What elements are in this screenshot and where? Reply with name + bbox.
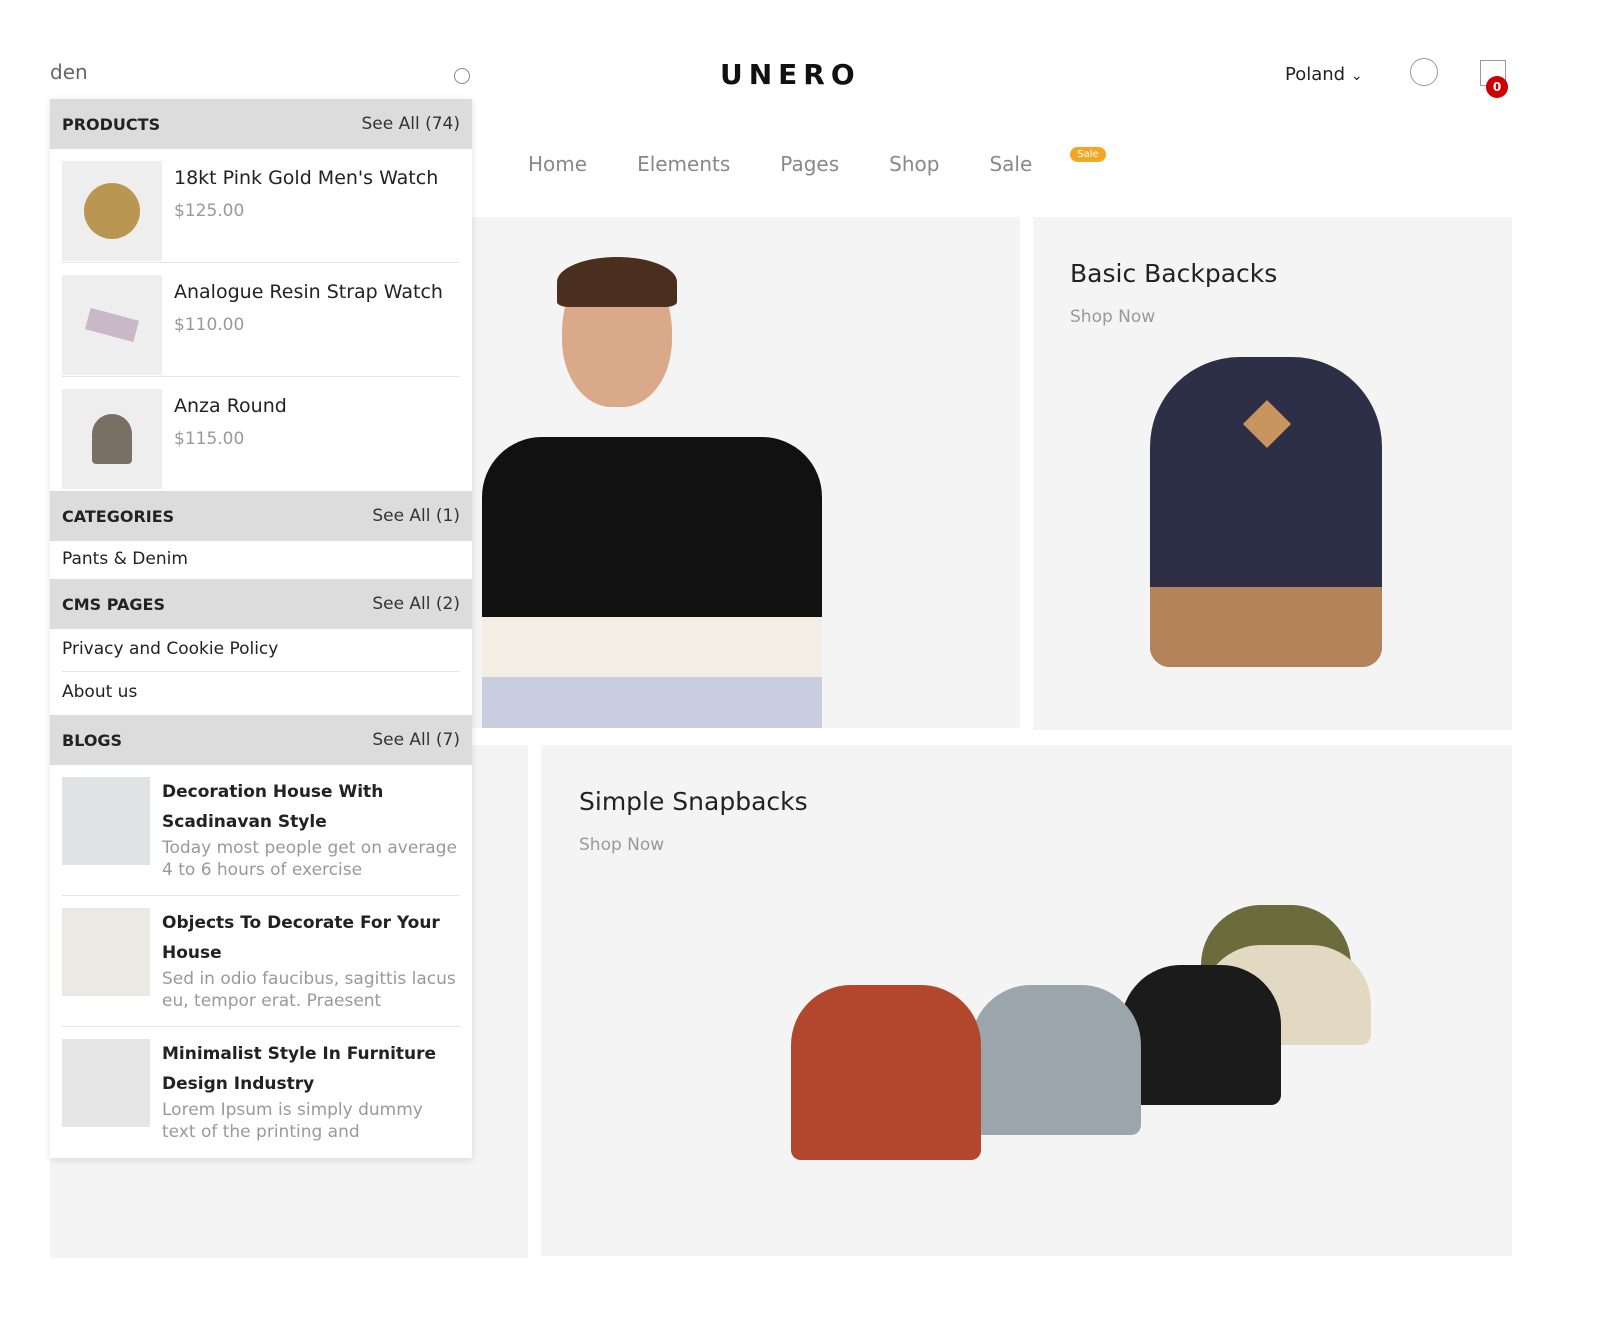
nav-shop[interactable]: Shop bbox=[889, 152, 939, 176]
account-icon[interactable] bbox=[1410, 58, 1438, 86]
section-title: CATEGORIES bbox=[62, 506, 175, 526]
sale-badge: Sale bbox=[1070, 147, 1106, 162]
cms-page-result[interactable]: Privacy and Cookie Policy bbox=[62, 629, 460, 672]
nav-sale-label: Sale bbox=[989, 152, 1033, 176]
product-result[interactable]: Anza Round $115.00 bbox=[62, 377, 460, 491]
section-title: CMS PAGES bbox=[62, 594, 165, 614]
banner-title: Basic Backpacks bbox=[1070, 259, 1278, 288]
blog-title: Objects To Decorate For Your House bbox=[162, 913, 440, 963]
nav-pages[interactable]: Pages bbox=[780, 152, 839, 176]
see-all-blogs[interactable]: See All (7) bbox=[372, 730, 460, 750]
country-selector[interactable]: Poland ⌄ bbox=[1285, 64, 1363, 85]
logo[interactable]: UNERO bbox=[720, 58, 861, 91]
see-all-products[interactable]: See All (74) bbox=[362, 114, 461, 134]
blog-result[interactable]: Minimalist Style In Furniture Design Ind… bbox=[62, 1027, 460, 1158]
product-price: $125.00 bbox=[174, 201, 245, 221]
main-nav: Home Elements Pages Shop Sale Sale bbox=[528, 147, 1106, 176]
nav-sale[interactable]: Sale Sale bbox=[989, 147, 1106, 176]
section-header-categories: CATEGORIES See All (1) bbox=[50, 491, 472, 541]
product-name: 18kt Pink Gold Men's Watch bbox=[174, 167, 439, 189]
banner-model[interactable] bbox=[472, 217, 1020, 728]
blog-thumbnail bbox=[62, 908, 150, 996]
snapbacks-image bbox=[781, 905, 1401, 1165]
nav-home[interactable]: Home bbox=[528, 152, 587, 176]
see-all-cms-pages[interactable]: See All (2) bbox=[372, 594, 460, 614]
section-header-blogs: BLOGS See All (7) bbox=[50, 715, 472, 765]
product-thumbnail bbox=[62, 275, 162, 375]
product-result[interactable]: Analogue Resin Strap Watch $110.00 bbox=[62, 263, 460, 377]
see-all-categories[interactable]: See All (1) bbox=[372, 506, 460, 526]
banner-simple-snapbacks[interactable]: Simple Snapbacks Shop Now bbox=[541, 745, 1512, 1256]
cart-count-badge: 0 bbox=[1486, 76, 1508, 98]
product-name: Analogue Resin Strap Watch bbox=[174, 281, 443, 303]
product-name: Anza Round bbox=[174, 395, 287, 417]
country-label: Poland bbox=[1285, 64, 1346, 85]
cms-page-result[interactable]: About us bbox=[62, 672, 460, 715]
product-result[interactable]: 18kt Pink Gold Men's Watch $125.00 bbox=[62, 149, 460, 263]
nav-elements[interactable]: Elements bbox=[637, 152, 730, 176]
blog-title: Decoration House With Scadinavan Style bbox=[162, 782, 384, 832]
section-header-products: PRODUCTS See All (74) bbox=[50, 99, 472, 149]
blog-result[interactable]: Decoration House With Scadinavan Style To… bbox=[62, 765, 460, 896]
chevron-down-icon: ⌄ bbox=[1350, 68, 1363, 84]
section-header-cms-pages: CMS PAGES See All (2) bbox=[50, 579, 472, 629]
banner-basic-backpacks[interactable]: Basic Backpacks Shop Now bbox=[1033, 217, 1512, 730]
backpack-image bbox=[1150, 357, 1382, 667]
product-price: $115.00 bbox=[174, 429, 245, 449]
search-input[interactable] bbox=[50, 60, 430, 84]
search-bar bbox=[50, 60, 472, 100]
blog-thumbnail bbox=[62, 1039, 150, 1127]
banner-title: Simple Snapbacks bbox=[579, 787, 808, 816]
blog-result[interactable]: Objects To Decorate For Your House Sed in… bbox=[62, 896, 460, 1027]
shop-now-link[interactable]: Shop Now bbox=[579, 835, 664, 855]
section-title: PRODUCTS bbox=[62, 114, 161, 134]
blog-title: Minimalist Style In Furniture Design Ind… bbox=[162, 1044, 437, 1094]
blog-excerpt: Today most people get on average 4 to 6 … bbox=[162, 838, 457, 880]
product-price: $110.00 bbox=[174, 315, 245, 335]
section-title: BLOGS bbox=[62, 730, 123, 750]
blog-excerpt: Sed in odio faucibus, sagittis lacus eu,… bbox=[162, 969, 456, 1011]
product-thumbnail bbox=[62, 389, 162, 489]
search-icon[interactable] bbox=[454, 68, 470, 84]
product-thumbnail bbox=[62, 161, 162, 261]
search-results-dropdown: PRODUCTS See All (74) 18kt Pink Gold Men'… bbox=[50, 99, 472, 1158]
model-image bbox=[482, 257, 822, 728]
shop-now-link[interactable]: Shop Now bbox=[1070, 307, 1155, 327]
category-result[interactable]: Pants & Denim bbox=[62, 541, 460, 579]
blog-thumbnail bbox=[62, 777, 150, 865]
blog-excerpt: Lorem Ipsum is simply dummy text of the … bbox=[162, 1100, 423, 1142]
